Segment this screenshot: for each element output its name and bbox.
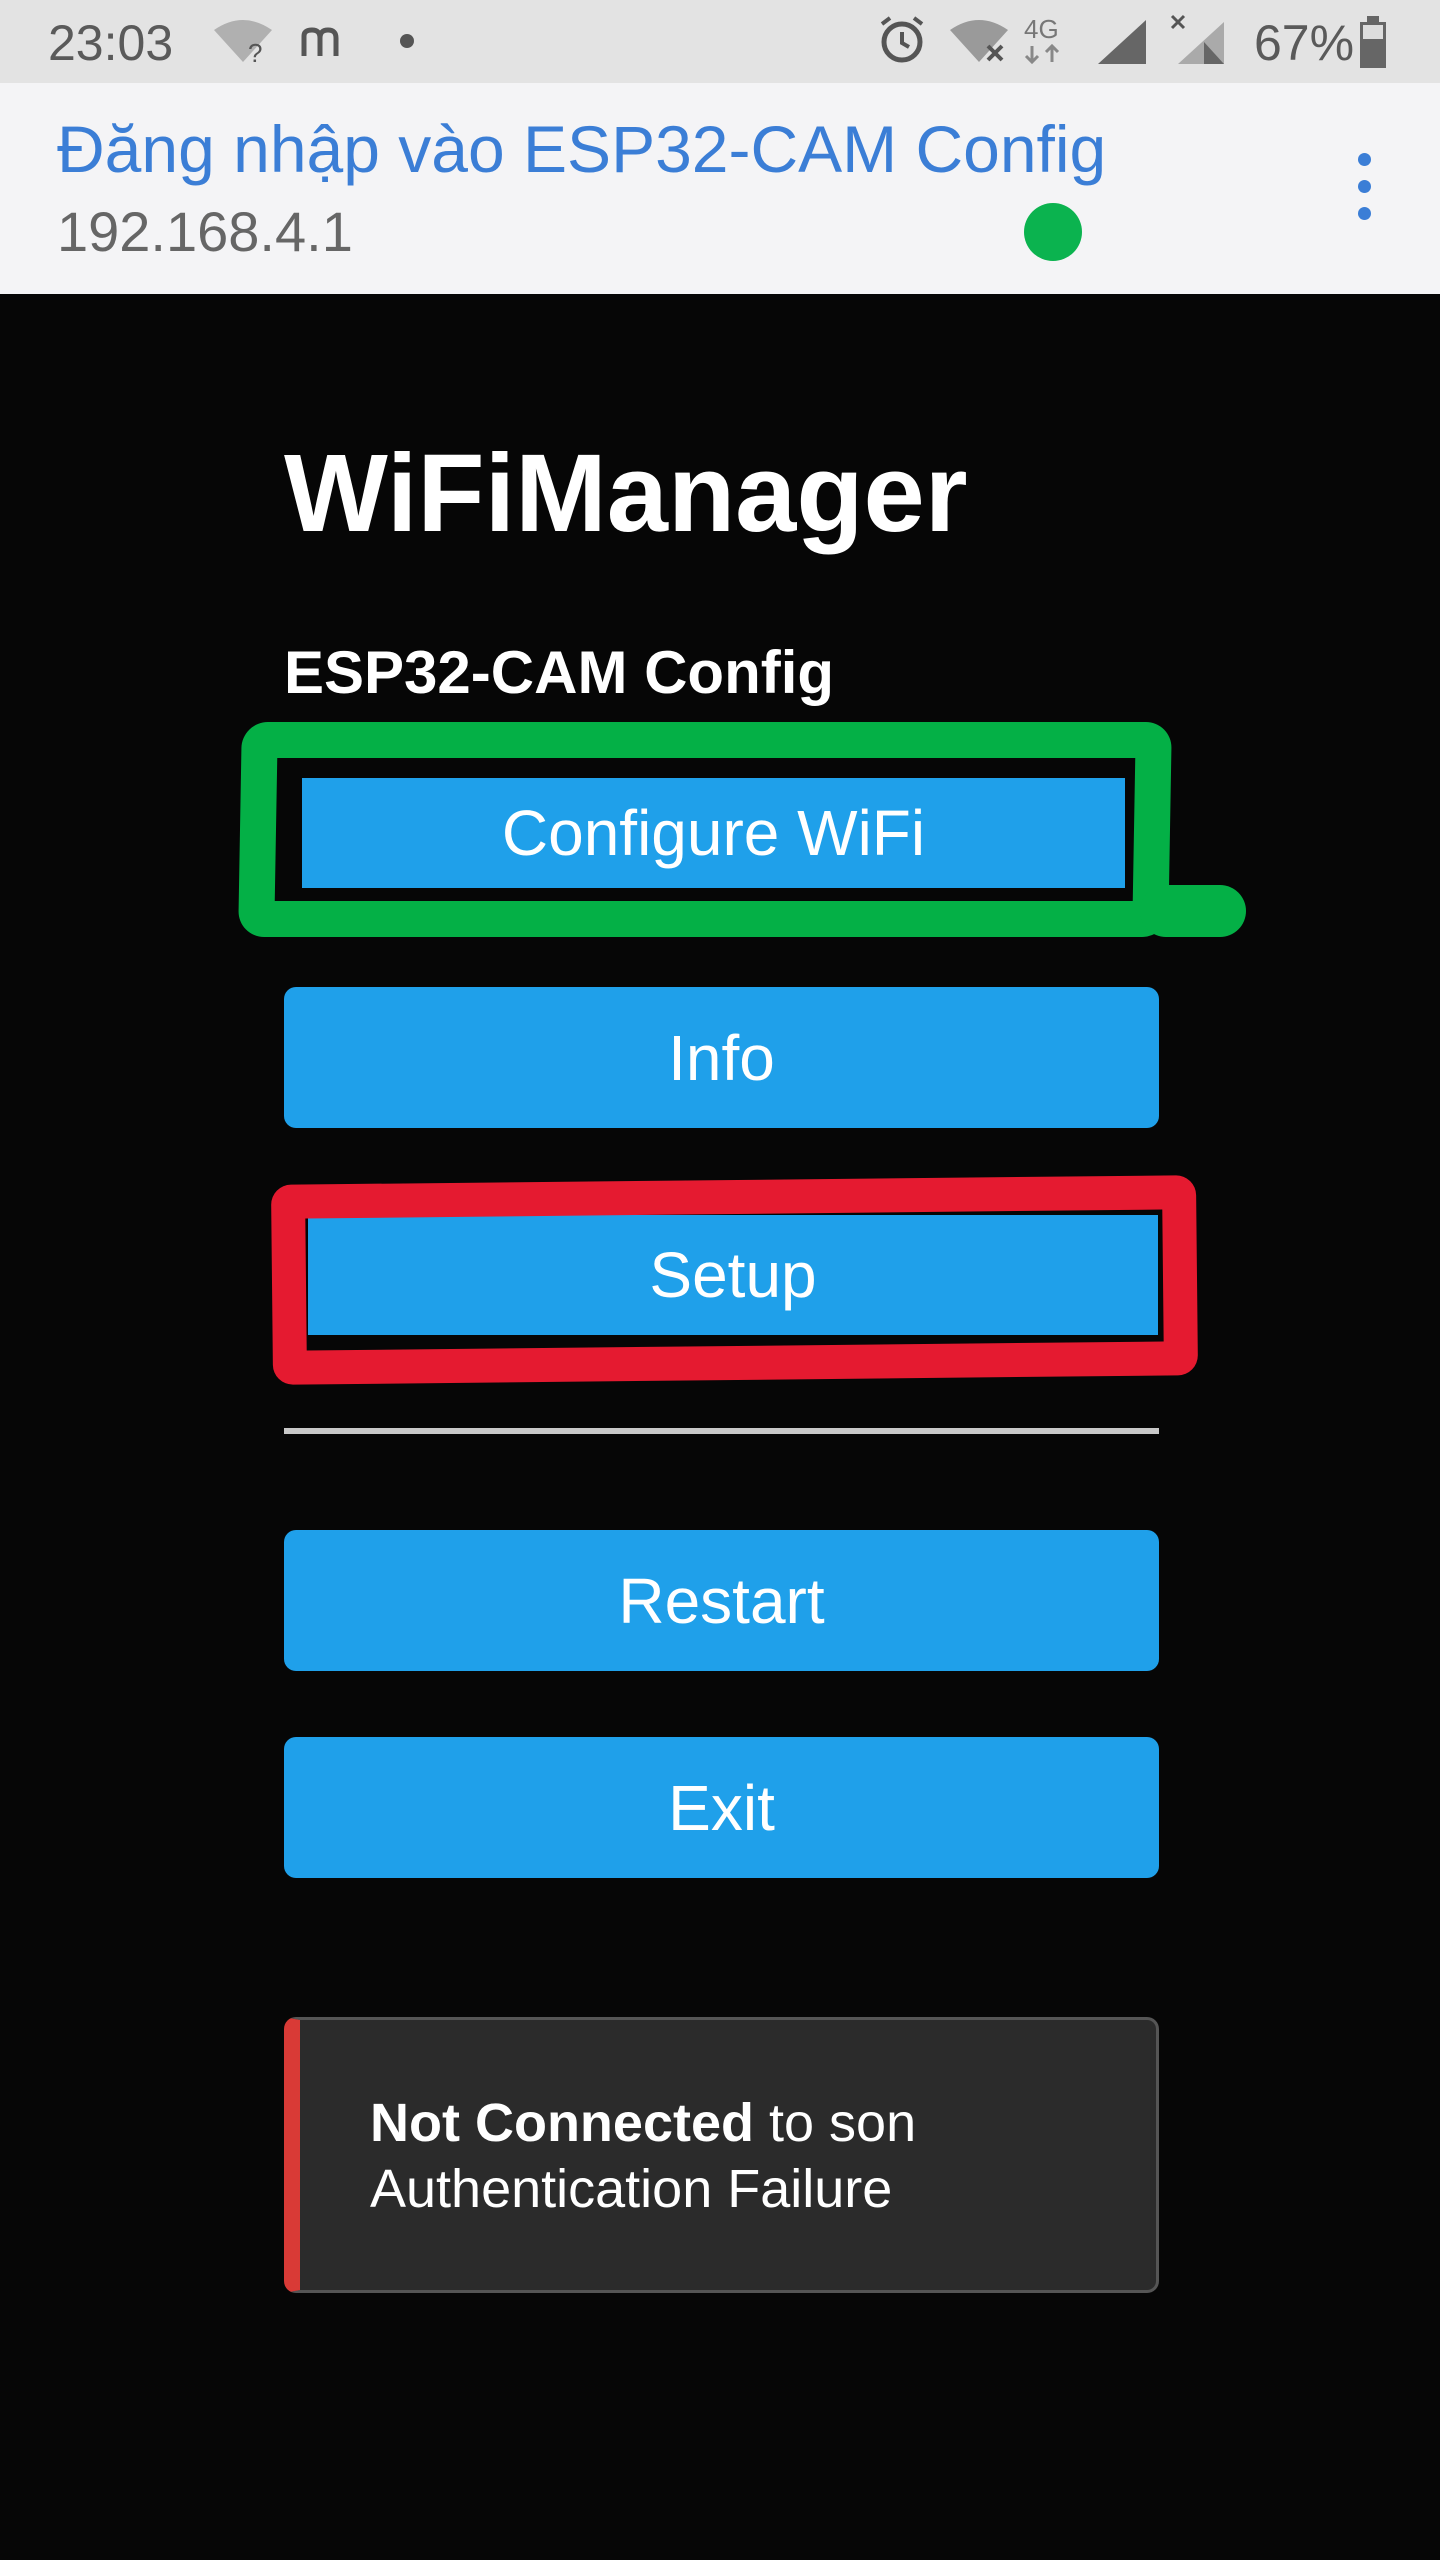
svg-text:?: ? xyxy=(248,38,262,64)
signal-x-icon xyxy=(1170,14,1224,64)
browser-header: Đăng nhập vào ESP32-CAM Config 192.168.4… xyxy=(0,83,1440,294)
green-highlight-tail xyxy=(1140,885,1246,937)
dot-icon xyxy=(400,34,414,48)
divider xyxy=(284,1428,1159,1434)
status-bar: 23:03 ? 4G 67% xyxy=(0,0,1440,83)
page-title-bar: Đăng nhập vào ESP32-CAM Config xyxy=(57,112,1107,186)
battery-icon xyxy=(1360,16,1386,68)
network-label: 4G xyxy=(1024,14,1059,44)
alert-status-text: to son xyxy=(754,2093,917,2153)
connection-status-alert: Not Connected to son Authentication Fail… xyxy=(284,2017,1159,2293)
green-highlight-annotation xyxy=(238,722,1172,937)
more-vert-icon[interactable] xyxy=(1344,153,1384,293)
restart-button[interactable]: Restart xyxy=(284,1530,1159,1671)
info-button[interactable]: Info xyxy=(284,987,1159,1128)
alert-status-strong: Not Connected xyxy=(370,2093,754,2153)
alarm-icon xyxy=(880,16,924,63)
red-highlight-annotation xyxy=(270,1175,1199,1385)
status-time: 23:03 xyxy=(48,15,174,71)
alert-detail: Authentication Failure xyxy=(370,2159,893,2219)
wifi-question-icon: ? xyxy=(214,20,272,64)
4g-icon: 4G xyxy=(1024,14,1060,65)
m-icon xyxy=(301,27,339,56)
device-subtitle: ESP32-CAM Config xyxy=(284,639,835,706)
url-label: 192.168.4.1 xyxy=(57,200,353,263)
connection-status-dot xyxy=(1024,203,1082,261)
wifimanager-title: WiFiManager xyxy=(284,432,968,555)
alert-body: Not Connected to son Authentication Fail… xyxy=(370,2090,916,2222)
exit-button[interactable]: Exit xyxy=(284,1737,1159,1878)
signal-icon xyxy=(1098,20,1146,64)
wifi-off-icon xyxy=(950,20,1008,62)
battery-percent: 67% xyxy=(1254,15,1355,71)
